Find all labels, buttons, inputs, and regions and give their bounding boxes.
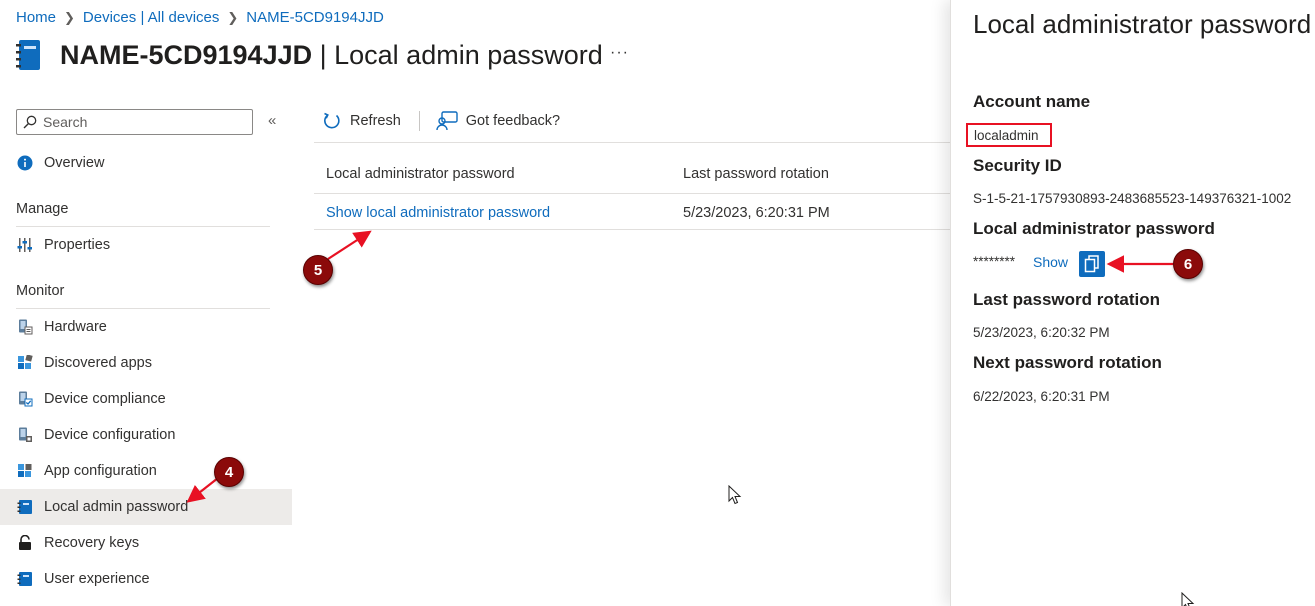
details-panel: Local administrator password Account nam… [950, 0, 1315, 606]
mouse-cursor-icon [1181, 592, 1195, 606]
annotation-arrow-4 [186, 477, 219, 503]
mouse-cursor-icon [728, 485, 742, 505]
annotation-arrow-5 [327, 230, 372, 260]
annotation-badge-6: 6 [1173, 249, 1203, 279]
annotation-badge-5: 5 [303, 255, 333, 285]
annotation-arrow-6 [1106, 255, 1173, 273]
annotation-badge-4: 4 [214, 457, 244, 487]
